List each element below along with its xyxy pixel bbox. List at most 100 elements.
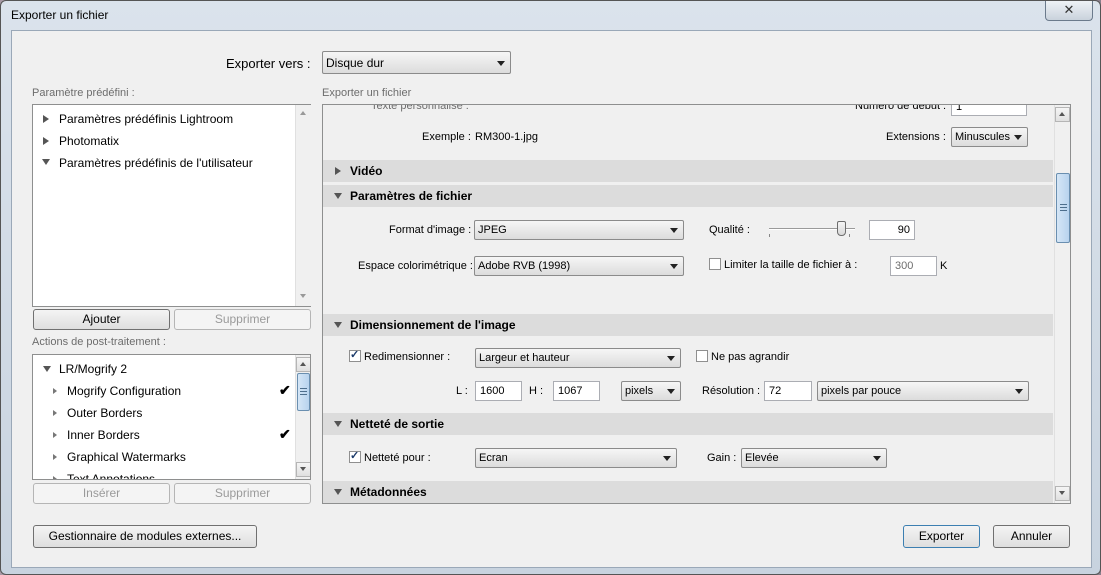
resize-mode-select[interactable]: Largeur et hauteur — [475, 348, 681, 368]
scroll-down-button[interactable] — [1055, 486, 1070, 501]
resolution-unit-select[interactable]: pixels par pouce — [817, 381, 1029, 401]
post-action-item[interactable]: Inner Borders — [67, 428, 140, 442]
resolution-unit-value: pixels par pouce — [821, 385, 902, 397]
presets-label: Paramètre prédéfini : — [32, 87, 135, 99]
scroll-thumb[interactable] — [297, 373, 310, 411]
format-value: JPEG — [478, 224, 507, 236]
expand-arrow-icon[interactable] — [53, 476, 57, 479]
section-sharpening-title: Netteté de sortie — [350, 417, 445, 431]
chevron-down-icon — [1014, 135, 1022, 140]
section-sharpening-header[interactable]: Netteté de sortie — [323, 413, 1053, 435]
colorspace-select[interactable]: Adobe RVB (1998) — [474, 256, 684, 276]
post-processing-label: Actions de post-traitement : — [32, 336, 166, 348]
section-file-header[interactable]: Paramètres de fichier — [323, 185, 1053, 207]
limit-size-checkbox[interactable] — [709, 258, 721, 270]
remove-preset-button[interactable]: Supprimer — [174, 309, 311, 330]
settings-scrollbar[interactable] — [1054, 105, 1070, 503]
resize-checkbox[interactable] — [349, 348, 361, 362]
export-to-value: Disque dur — [326, 56, 385, 70]
post-action-root[interactable]: LR/Mogrify 2 — [59, 362, 127, 376]
no-enlarge-checkbox[interactable] — [696, 350, 708, 362]
expand-arrow-icon — [335, 167, 341, 175]
post-action-item[interactable]: Outer Borders — [67, 406, 142, 420]
scroll-up-icon[interactable] — [300, 111, 306, 115]
preset-folder-photomatix[interactable]: Photomatix — [59, 134, 119, 148]
close-icon: ✕ — [1063, 2, 1075, 17]
expand-arrow-icon[interactable] — [53, 432, 57, 438]
scroll-down-icon — [1059, 491, 1065, 495]
extensions-select[interactable]: Minuscules — [951, 127, 1028, 147]
expand-arrow-icon[interactable] — [43, 137, 49, 145]
slider-tick — [769, 234, 770, 237]
post-action-item[interactable]: Mogrify Configuration — [67, 384, 181, 398]
scroll-thumb[interactable] — [1056, 173, 1070, 243]
scroll-down-icon — [300, 467, 306, 471]
insert-action-button[interactable]: Insérer — [33, 483, 170, 504]
scroll-up-icon — [1059, 112, 1065, 116]
export-to-select[interactable]: Disque dur — [322, 51, 511, 74]
limit-size-input[interactable]: 300 — [890, 256, 937, 276]
checkmark-icon: ✔ — [279, 426, 291, 442]
scroll-down-button[interactable] — [296, 462, 310, 477]
plugin-manager-button[interactable]: Gestionnaire de modules externes... — [33, 525, 257, 548]
preset-folder-lightroom[interactable]: Paramètres prédéfinis Lightroom — [59, 112, 233, 126]
sharpen-target-select[interactable]: Ecran — [475, 448, 677, 468]
remove-action-button[interactable]: Supprimer — [174, 483, 311, 504]
slider-thumb[interactable] — [837, 221, 846, 236]
sharpen-checkbox[interactable] — [349, 449, 361, 463]
grip-icon — [1060, 207, 1067, 208]
quality-input[interactable]: 90 — [869, 220, 915, 240]
section-sizing-header[interactable]: Dimensionnement de l'image — [323, 314, 1053, 336]
colorspace-value: Adobe RVB (1998) — [478, 260, 571, 272]
expand-arrow-icon[interactable] — [43, 115, 49, 123]
quality-label: Qualité : — [709, 224, 750, 236]
resolution-value: 72 — [769, 385, 782, 397]
grip-icon — [300, 388, 307, 389]
section-metadata-header[interactable]: Métadonnées — [323, 481, 1053, 503]
section-sizing-title: Dimensionnement de l'image — [350, 318, 516, 332]
format-select[interactable]: JPEG — [474, 220, 684, 240]
post-action-item[interactable]: Text Annotations — [67, 472, 155, 479]
chevron-down-icon — [667, 389, 675, 394]
gain-label: Gain : — [707, 452, 737, 464]
chevron-down-icon — [663, 456, 671, 461]
example-value: RM300-1.jpg — [475, 131, 538, 143]
colorspace-label: Espace colorimétrique : — [358, 260, 473, 272]
expand-arrow-icon[interactable] — [53, 454, 57, 460]
gain-value: Elevée — [745, 452, 779, 464]
slider-tick — [849, 234, 850, 237]
quality-slider[interactable] — [769, 220, 855, 242]
presets-scrollbar[interactable] — [295, 105, 311, 306]
preset-folder-user[interactable]: Paramètres prédéfinis de l'utilisateur — [59, 156, 253, 170]
grip-icon — [300, 394, 307, 395]
limit-size-unit: K — [940, 260, 948, 272]
resize-mode-value: Largeur et hauteur — [479, 352, 570, 364]
size-unit-select[interactable]: pixels — [621, 381, 681, 401]
cancel-button[interactable]: Annuler — [993, 525, 1070, 548]
grip-icon — [1060, 204, 1067, 205]
export-button[interactable]: Exporter — [903, 525, 980, 548]
add-preset-button[interactable]: Ajouter — [33, 309, 170, 330]
scroll-down-icon[interactable] — [300, 294, 306, 298]
scroll-up-button[interactable] — [296, 357, 310, 372]
expand-arrow-icon[interactable] — [53, 410, 57, 416]
grip-icon — [1060, 210, 1067, 211]
height-input[interactable]: 1067 — [553, 381, 600, 401]
collapse-arrow-icon[interactable] — [42, 159, 50, 165]
expand-arrow-icon[interactable] — [53, 388, 57, 394]
post-processing-list: LR/Mogrify 2 Mogrify Configuration ✔ Out… — [32, 354, 311, 480]
gain-select[interactable]: Elevée — [741, 448, 887, 468]
close-button[interactable]: ✕ — [1045, 1, 1093, 21]
start-number-input[interactable]: 1 — [951, 105, 1027, 116]
section-video-header[interactable]: Vidéo — [323, 160, 1053, 182]
post-action-item[interactable]: Graphical Watermarks — [67, 450, 186, 464]
post-processing-scrollbar[interactable] — [295, 355, 310, 479]
limit-size-label: Limiter la taille de fichier à : — [724, 259, 858, 271]
collapse-arrow-icon[interactable] — [43, 366, 51, 372]
chevron-down-icon — [667, 356, 675, 361]
width-input[interactable]: 1600 — [475, 381, 522, 401]
extensions-value: Minuscules — [955, 131, 1011, 143]
scroll-up-button[interactable] — [1055, 107, 1070, 122]
scroll-up-icon — [300, 362, 306, 366]
resolution-input[interactable]: 72 — [764, 381, 812, 401]
